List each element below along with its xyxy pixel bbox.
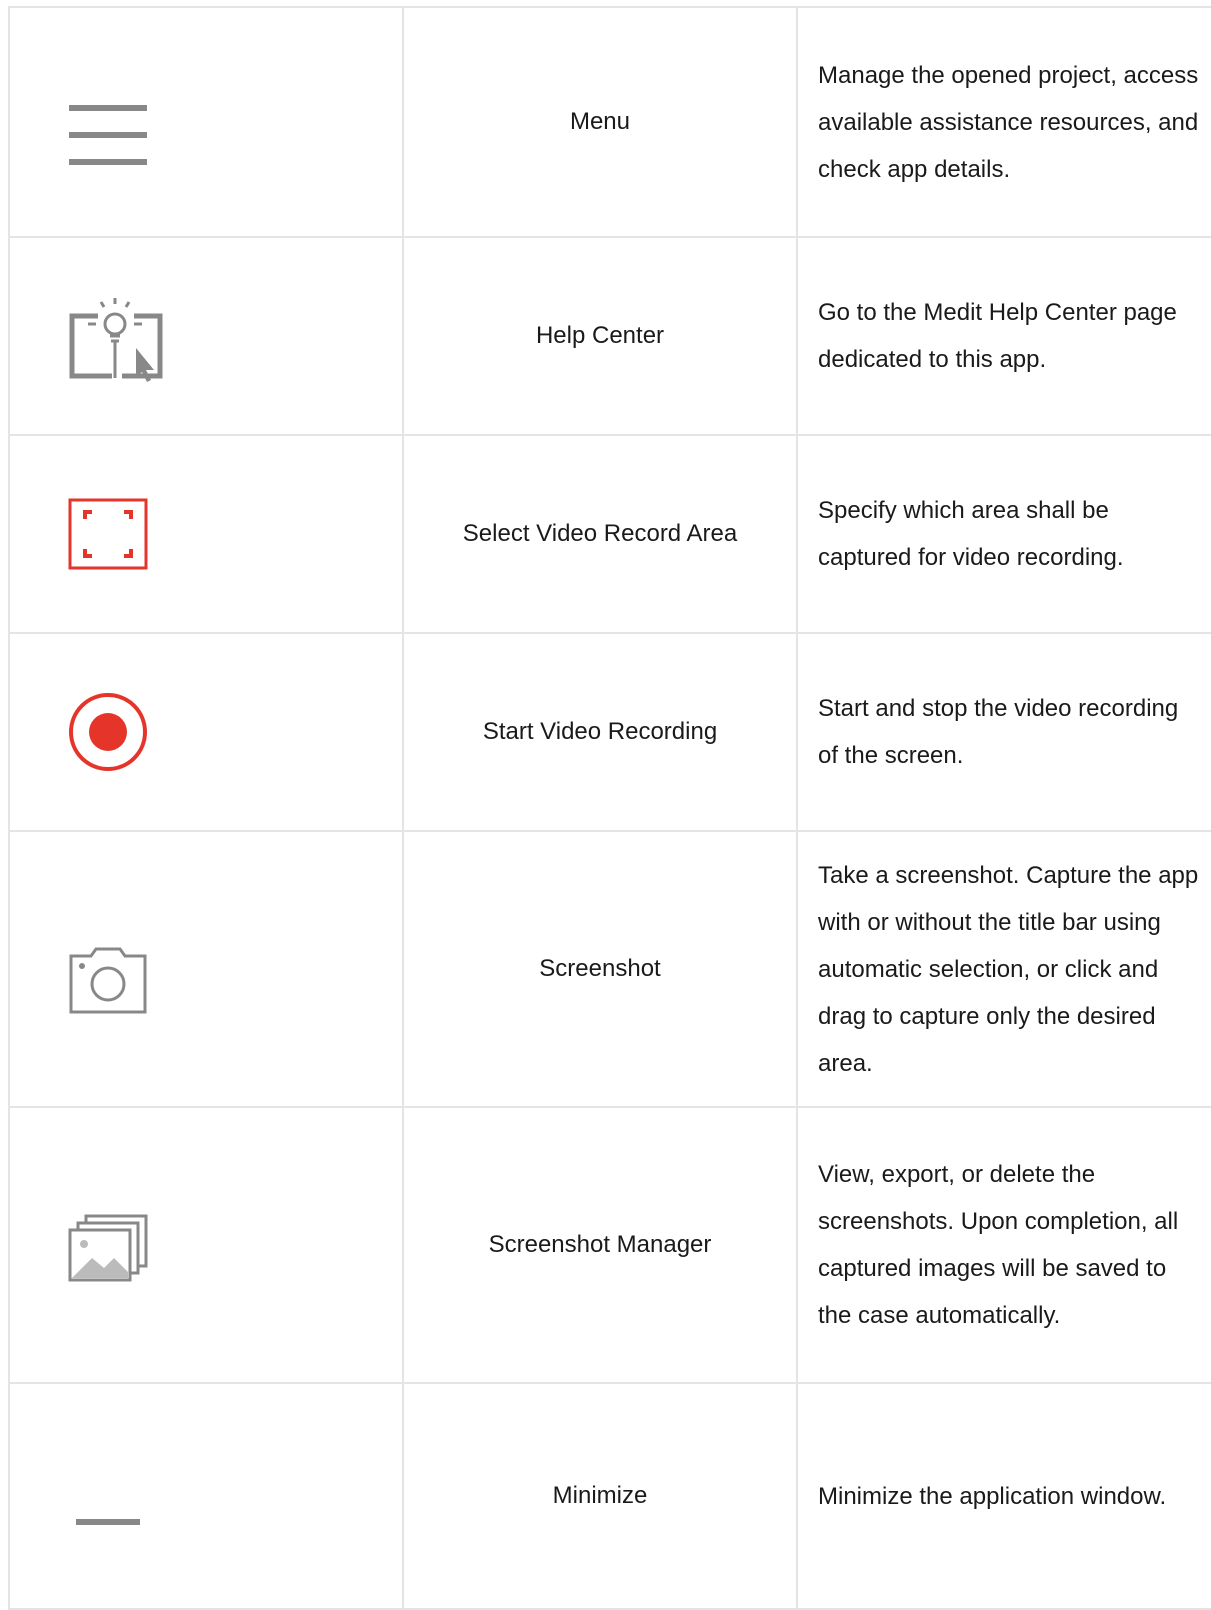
tool-description: Minimize the application window.: [796, 1382, 1211, 1610]
tool-description-text: Take a screenshot. Capture the app with …: [818, 861, 1199, 1077]
icon-cell: [8, 1382, 404, 1610]
minimize-icon: [76, 1519, 140, 1525]
tool-description-text: Go to the Medit Help Center page dedicat…: [818, 299, 1177, 373]
tool-description: Go to the Medit Help Center page dedicat…: [796, 236, 1211, 436]
tool-name-label: Help Center: [535, 322, 665, 349]
screenshot-manager-icon: [68, 1214, 148, 1282]
tool-name: Help Center: [402, 236, 798, 436]
icon-cell: [8, 236, 404, 436]
table-row: Menu Manage the opened project, access a…: [8, 6, 1211, 238]
tool-description-text: Start and stop the video recording of th…: [818, 695, 1179, 769]
record-icon: [69, 693, 147, 771]
icon-cell: [8, 632, 404, 832]
tool-description: Specify which area shall be captured for…: [796, 434, 1211, 634]
select-area-icon: [68, 498, 148, 570]
tool-name: Menu: [402, 6, 798, 238]
tool-name-label: Minimize: [552, 1482, 648, 1509]
icon-cell: [8, 434, 404, 634]
tool-name: Screenshot Manager: [402, 1106, 798, 1384]
tool-name-label: Select Video Record Area: [462, 520, 738, 547]
menu-icon: [69, 105, 147, 165]
table-row: Screenshot Manager View, export, or dele…: [8, 1106, 1211, 1384]
tool-description: Take a screenshot. Capture the app with …: [796, 830, 1211, 1108]
help-center-icon: [69, 298, 163, 382]
tool-name: Minimize: [402, 1382, 798, 1610]
table-row: Select Video Record Area Specify which a…: [8, 434, 1211, 634]
tool-name-label: Menu: [569, 108, 631, 135]
tool-description: Start and stop the video recording of th…: [796, 632, 1211, 832]
tool-name: Start Video Recording: [402, 632, 798, 832]
icon-cell: [8, 6, 404, 238]
tool-description-text: Minimize the application window.: [818, 1482, 1167, 1510]
tool-name-label: Screenshot: [539, 955, 661, 982]
tools-table: Menu Manage the opened project, access a…: [8, 6, 1211, 1610]
tool-name-label: Screenshot Manager: [488, 1231, 712, 1258]
tool-description-text: Specify which area shall be captured for…: [818, 497, 1124, 571]
camera-icon: [69, 947, 147, 1014]
tool-description-text: View, export, or delete the screenshots.…: [818, 1161, 1179, 1329]
icon-cell: [8, 1106, 404, 1384]
icon-cell: [8, 830, 404, 1108]
tool-name-label: Start Video Recording: [482, 718, 718, 745]
table-row: Start Video Recording Start and stop the…: [8, 632, 1211, 832]
tool-description-text: Manage the opened project, access availa…: [818, 61, 1199, 183]
table-row: Minimize Minimize the application window…: [8, 1382, 1211, 1610]
tool-name: Select Video Record Area: [402, 434, 798, 634]
tool-description: Manage the opened project, access availa…: [796, 6, 1211, 238]
tool-name: Screenshot: [402, 830, 798, 1108]
table-row: Help Center Go to the Medit Help Center …: [8, 236, 1211, 436]
tool-description: View, export, or delete the screenshots.…: [796, 1106, 1211, 1384]
table-row: Screenshot Take a screenshot. Capture th…: [8, 830, 1211, 1108]
